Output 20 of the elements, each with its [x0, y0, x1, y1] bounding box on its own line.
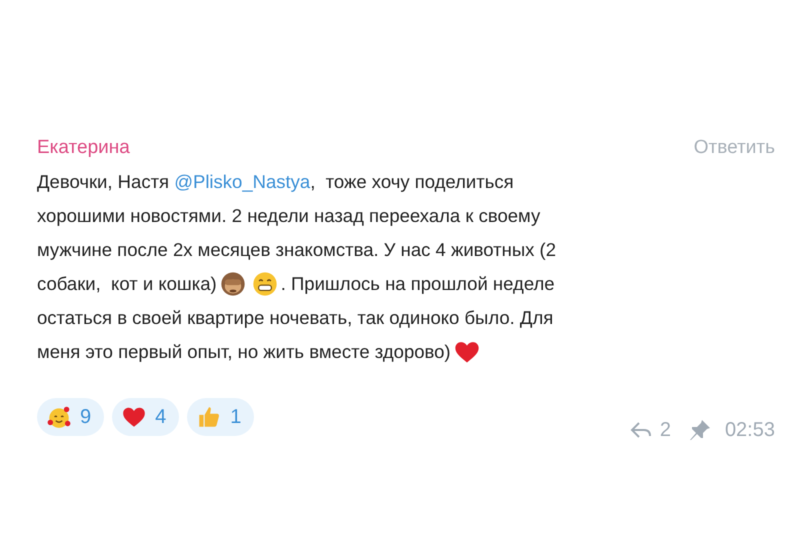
- message-text: , тоже хочу поделиться: [310, 170, 514, 194]
- grinning-emoji-icon: [250, 270, 279, 298]
- message-text: хорошими новостями. 2 недели назад переехала к своему: [37, 204, 540, 228]
- message-text: собаки, кот и кошка): [37, 272, 217, 296]
- message-time: 02:53: [724, 418, 775, 442]
- reply-link[interactable]: Ответить: [694, 134, 775, 162]
- reaction-chip[interactable]: 9: [37, 398, 104, 436]
- message-text: меня это первый опыт, но жить вместе здорово): [37, 340, 451, 364]
- message-text: мужчине после 2х месяцев знакомства. У нас 4 животных (2: [37, 238, 556, 262]
- reply-count: 2: [660, 418, 671, 442]
- mention-link[interactable]: @Plisko_Nastya: [174, 168, 310, 196]
- smiling-face-with-hearts-icon: [46, 404, 72, 430]
- message-text: остаться в своей квартире ночевать, так одиноко было. Для: [37, 306, 554, 330]
- reaction-chip[interactable]: 4: [112, 398, 180, 436]
- reply-arrow-icon: [630, 420, 652, 438]
- pin-icon: [688, 418, 711, 440]
- reaction-chip[interactable]: 1: [187, 398, 254, 436]
- message-text: Девочки, Настя: [37, 170, 170, 194]
- author-name: Екатерина: [37, 136, 130, 160]
- message-text: . Пришлось на прошлой неделе: [280, 272, 555, 296]
